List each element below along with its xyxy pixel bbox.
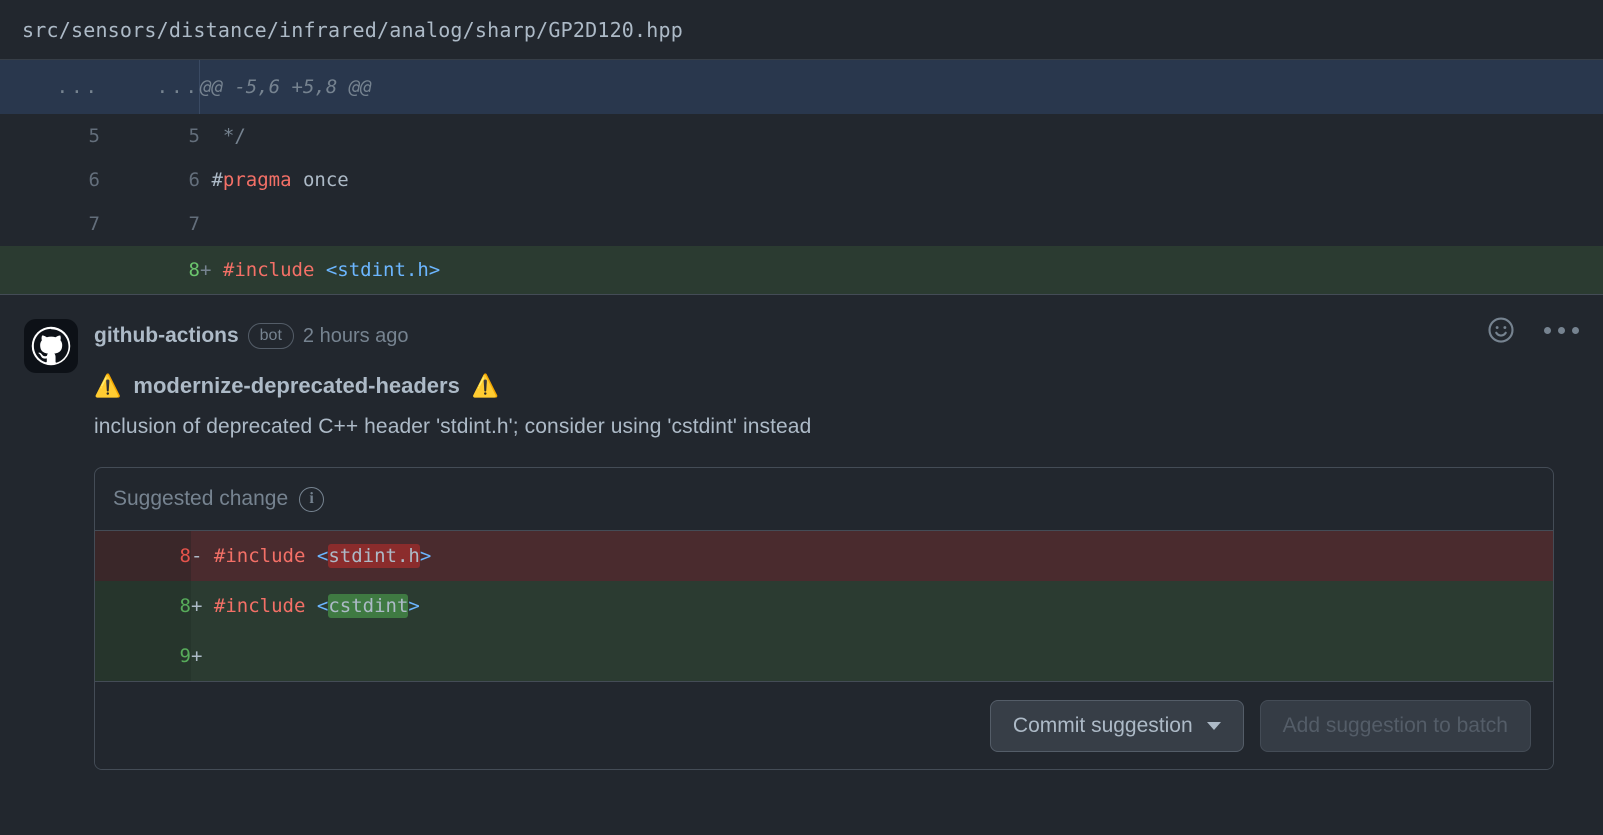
review-comment: github-actions bot 2 hours ago ⚠️ modern…: [0, 294, 1603, 835]
file-header: src/sensors/distance/infrared/analog/sha…: [0, 0, 1603, 60]
comment-header: github-actions bot 2 hours ago ⚠️ modern…: [24, 317, 1579, 770]
code-token: */: [211, 125, 246, 147]
suggestion-footer: Commit suggestion Add suggestion to batc…: [95, 681, 1553, 769]
code-token: <: [316, 545, 329, 567]
diff-marker: -: [191, 545, 203, 567]
diff-table: ... ... @@ -5,6 +5,8 @@ 5 5 */ 6 6 #prag…: [0, 60, 1603, 294]
suggestion-row-deleted: 8 - #include <stdint.h>: [95, 530, 1553, 581]
diff-row-context: 7 7: [0, 202, 1603, 246]
comment-actions: [1484, 313, 1579, 347]
commit-suggestion-label: Commit suggestion: [1012, 713, 1193, 737]
code-token: #include: [213, 545, 317, 567]
line-number-old[interactable]: 5: [0, 114, 100, 158]
info-icon[interactable]: i: [299, 486, 325, 512]
suggestion-line-number: 9: [95, 631, 191, 681]
code-token: <stdint.h>: [325, 259, 441, 281]
warning-icon-right: ⚠️: [471, 373, 500, 398]
bot-badge: bot: [247, 322, 294, 350]
diff-hunk-row: ... ... @@ -5,6 +5,8 @@: [0, 60, 1603, 114]
line-number-new[interactable]: 5: [100, 114, 200, 158]
code-token-highlight: cstdint: [328, 594, 409, 618]
commit-suggestion-button[interactable]: Commit suggestion: [989, 699, 1244, 752]
line-number-new[interactable]: 6: [100, 158, 200, 202]
code-token: >: [419, 545, 432, 567]
rule-name: modernize-deprecated-headers: [133, 373, 460, 398]
comment-body: github-actions bot 2 hours ago ⚠️ modern…: [94, 317, 1579, 770]
comment-timestamp[interactable]: 2 hours ago: [303, 325, 409, 348]
warning-icon-left: ⚠️: [94, 373, 122, 398]
comment-author[interactable]: github-actions: [94, 324, 239, 348]
suggestion-header: Suggested change i: [95, 468, 1553, 530]
suggestion-label: Suggested change: [113, 487, 289, 510]
line-number-old[interactable]: [0, 246, 100, 294]
suggestion-code-line: - #include <stdint.h>: [191, 530, 1553, 581]
suggestion-row-added: 8 + #include <cstdint>: [95, 581, 1553, 631]
code-token-highlight: stdint.h: [328, 544, 420, 568]
chevron-down-icon[interactable]: [1206, 721, 1221, 730]
code-token: once: [291, 169, 349, 191]
code-line: */: [200, 114, 1603, 158]
code-token: <: [316, 595, 329, 617]
suggestion-code-line: +: [191, 631, 1553, 681]
github-octocat-icon: [31, 326, 71, 366]
suggestion-line-number: 8: [95, 530, 191, 581]
hunk-header-text: @@ -5,6 +5,8 @@: [200, 60, 1603, 114]
code-token: #include: [222, 259, 326, 281]
kebab-menu-icon[interactable]: [1544, 326, 1579, 334]
rule-description: inclusion of deprecated C++ header 'stdi…: [94, 415, 812, 438]
smiley-icon[interactable]: [1484, 313, 1518, 347]
suggestion-line-number: 8: [95, 581, 191, 631]
hunk-gutter-right[interactable]: ...: [100, 60, 200, 114]
code-token: >: [408, 595, 420, 617]
add-suggestion-to-batch-label: Add suggestion to batch: [1282, 713, 1508, 737]
code-token: #include: [213, 595, 317, 617]
comment-meta: github-actions bot 2 hours ago: [94, 321, 1579, 351]
diff-marker: +: [200, 259, 212, 281]
diff-row-added: 8 + #include <stdint.h>: [0, 246, 1603, 294]
suggestion-diff-table: 8 - #include <stdint.h> 8 + #include <cs…: [95, 530, 1553, 681]
suggested-change-box: Suggested change i 8 - #include <stdint.…: [94, 467, 1554, 770]
suggestion-code-line: + #include <cstdint>: [191, 581, 1553, 631]
diff-row-context: 6 6 #pragma once: [0, 158, 1603, 202]
line-number-new[interactable]: 8: [100, 246, 200, 294]
line-number-new[interactable]: 7: [100, 202, 200, 246]
add-suggestion-to-batch-button[interactable]: Add suggestion to batch: [1259, 699, 1531, 752]
code-line: [200, 202, 1603, 246]
line-number-old[interactable]: 6: [0, 158, 100, 202]
diff-row-context: 5 5 */: [0, 114, 1603, 158]
pull-request-diff-view: src/sensors/distance/infrared/analog/sha…: [0, 0, 1603, 835]
avatar[interactable]: [24, 319, 78, 373]
code-line: + #include <stdint.h>: [200, 246, 1603, 294]
file-path[interactable]: src/sensors/distance/infrared/analog/sha…: [22, 18, 683, 42]
suggestion-diff-body: 8 - #include <stdint.h> 8 + #include <cs…: [95, 530, 1553, 681]
code-line: #pragma once: [200, 158, 1603, 202]
diff-marker: +: [191, 645, 203, 667]
hunk-gutter-left[interactable]: ...: [0, 60, 100, 114]
line-number-old[interactable]: 7: [0, 202, 100, 246]
suggestion-row-added: 9 +: [95, 631, 1553, 681]
diff-marker: +: [191, 595, 203, 617]
code-token: #: [211, 169, 223, 191]
diff-body: ... ... @@ -5,6 +5,8 @@ 5 5 */ 6 6 #prag…: [0, 60, 1603, 294]
code-token: pragma: [222, 169, 292, 191]
rule-title-row: ⚠️ modernize-deprecated-headers ⚠️: [94, 373, 1579, 399]
